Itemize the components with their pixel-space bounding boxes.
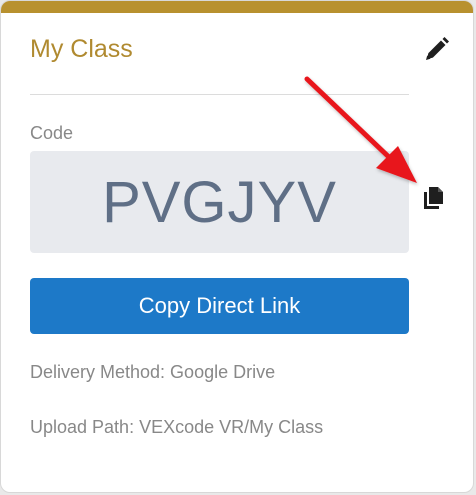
pencil-icon [426, 37, 449, 60]
divider [30, 94, 409, 95]
class-card: My Class Code PVGJYV Copy Direct Link De… [0, 0, 474, 493]
upload-path-text: Upload Path: VEXcode VR/My Class [30, 417, 324, 437]
class-code-value: PVGJYV [102, 169, 337, 235]
copy-direct-link-button[interactable]: Copy Direct Link [30, 278, 409, 334]
code-label: Code [30, 123, 74, 143]
code-box: PVGJYV [30, 151, 409, 253]
card-title: My Class [30, 35, 133, 63]
copy-icon [424, 187, 443, 209]
delivery-method-text: Delivery Method: Google Drive [30, 362, 276, 382]
card-accent-bar [1, 1, 473, 13]
edit-button[interactable] [423, 35, 451, 63]
copy-code-button[interactable] [419, 183, 449, 213]
